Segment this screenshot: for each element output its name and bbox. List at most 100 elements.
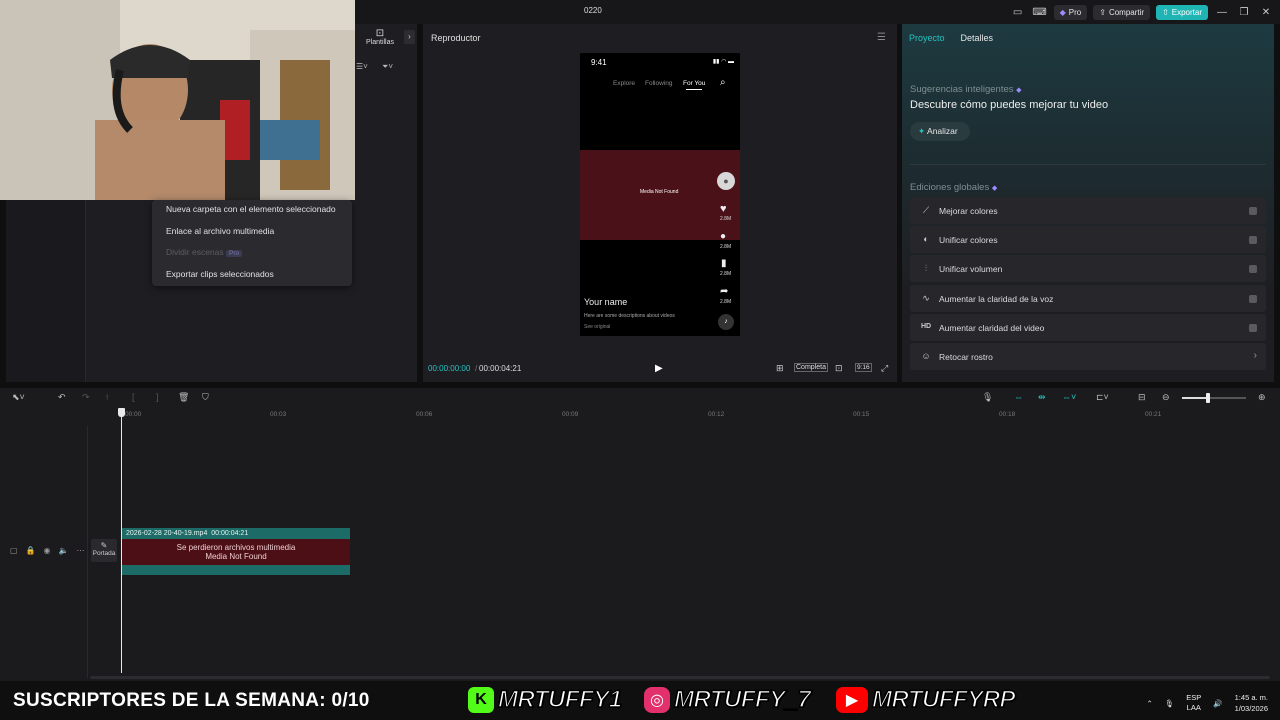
eye-icon[interactable]: ◉ [44, 546, 51, 555]
caption-icon[interactable]: ⊟ [1138, 392, 1146, 403]
project-title: 0220 [584, 6, 602, 15]
undo-icon[interactable]: ↶ [58, 392, 66, 403]
properties-tabs: Proyecto Detalles [909, 33, 993, 43]
diamond-icon: ◆ [991, 185, 998, 192]
redo-icon[interactable]: ↷ [82, 392, 90, 403]
aspect-button[interactable]: 9:16 [855, 363, 872, 372]
tab-project[interactable]: Proyecto [909, 33, 945, 43]
timeline-scrollbar[interactable] [90, 676, 1270, 679]
wand-icon: ⟋ [922, 205, 930, 215]
phone-description: Here are some descriptions about videos [584, 313, 675, 319]
youtube-handle: ▶ MRTUFFYRP [836, 685, 1016, 714]
track-thumbnail-icon[interactable]: ▢ [10, 546, 18, 555]
more-icon[interactable]: ⋯ [76, 546, 84, 555]
comment-count: 2.8M [720, 244, 732, 250]
sliders-icon: ⫶ [924, 263, 928, 273]
clip-body[interactable]: Se perdieron archivos multimedia Media N… [122, 539, 350, 565]
snap-icon[interactable]: ⇔˅ [1062, 392, 1076, 402]
instagram-handle: ◎ MRTUFFY_7 [644, 685, 812, 714]
clip-audio [122, 565, 350, 575]
edit-row-video-clarity[interactable]: HD Aumentar claridad del video [910, 314, 1266, 341]
ratio-icon[interactable]: ⊞ [776, 363, 784, 374]
toggle[interactable] [1249, 236, 1257, 244]
maximize-button[interactable]: ❐ [1236, 7, 1252, 18]
cover-button[interactable]: ✎ Portada [91, 539, 117, 562]
voice-icon: ∿ [922, 293, 930, 303]
split-icon[interactable]: ⟊ [106, 392, 108, 403]
playhead[interactable] [121, 409, 122, 673]
screenshot-icon[interactable]: ⊡ [835, 363, 843, 374]
layout-icon[interactable]: ▭ [1010, 7, 1026, 18]
toggle[interactable] [1249, 265, 1257, 273]
edit-row-enhance-colors[interactable]: ⟋ Mejorar colores [910, 197, 1266, 224]
phone-share-icon: ➦ [720, 286, 729, 297]
toggle[interactable] [1249, 207, 1257, 215]
phone-status-time: 9:41 [591, 58, 607, 67]
tab-details[interactable]: Detalles [961, 33, 994, 43]
panel-expand-button[interactable]: › [404, 30, 415, 44]
clip-header[interactable]: 2026-02-28 20-40-19.mp4 00:00:04:21 [122, 528, 350, 539]
clock[interactable]: 1:45 a. m. 1/03/2026 [1235, 692, 1268, 714]
diamond-icon: ◆ [1059, 7, 1066, 17]
player-menu-icon[interactable]: ☰ [877, 32, 886, 43]
edit-row-unify-colors[interactable]: ◐ Unificar colores [910, 226, 1266, 253]
phone-see-original: See original [584, 324, 611, 330]
zoom-slider[interactable] [1182, 393, 1246, 403]
magnet-icon[interactable]: ⇹ [1038, 392, 1046, 403]
shield-icon[interactable]: ⛉ [202, 392, 209, 403]
edit-row-unify-volume[interactable]: ⫶ Unificar volumen [910, 255, 1266, 282]
ruler-label: 00:18 [999, 411, 1016, 418]
zoom-out-icon[interactable]: ⊖ [1162, 392, 1170, 403]
zoom-in-icon[interactable]: ⊕ [1258, 392, 1266, 403]
current-time: 00:00:00:00 [428, 364, 471, 373]
filter-icon[interactable]: ⏷˅ [382, 62, 393, 72]
context-item-link-media[interactable]: Enlace al archivo multimedia [152, 224, 352, 246]
share-button[interactable]: ⇪ Compartir [1093, 4, 1151, 20]
playhead-handle[interactable] [118, 408, 125, 417]
volume-icon[interactable]: 🔊 [1213, 699, 1222, 708]
language-indicator[interactable]: ESP LAA [1186, 693, 1201, 713]
diamond-icon: ◆ [1016, 87, 1022, 94]
ratio-button[interactable]: Completa [794, 363, 828, 372]
toggle[interactable] [1249, 324, 1257, 332]
phone-nav-foryou: For You [683, 80, 706, 87]
close-button[interactable]: ✕ [1258, 7, 1274, 18]
context-item-split-scenes: Dividir escenas Pro [152, 245, 352, 267]
context-item-new-folder[interactable]: Nueva carpeta con el elemento selecciona… [152, 202, 352, 224]
kick-icon: K [468, 687, 494, 713]
trim-right-icon[interactable]: ] [156, 392, 159, 402]
edit-row-voice-clarity[interactable]: ∿ Aumentar la claridad de la voz [910, 285, 1266, 312]
fullscreen-icon[interactable]: ⤢ [881, 363, 888, 374]
keyboard-icon[interactable]: ⌨ [1032, 7, 1048, 18]
lock-icon[interactable]: 🔒 [26, 546, 36, 555]
phone-heart-icon: ♥ [720, 203, 727, 215]
play-button[interactable]: ▶ [655, 363, 663, 374]
phone-avatar-icon: ● [717, 172, 735, 190]
pro-button[interactable]: ◆ Pro [1053, 4, 1088, 20]
analyze-button[interactable]: ✦ Analizar [910, 122, 970, 141]
trim-left-icon[interactable]: [ [132, 392, 135, 402]
delete-icon[interactable]: 🗑 [178, 392, 189, 403]
mic-tray-icon[interactable]: 🎙 [1165, 699, 1175, 708]
templates-tab[interactable]: ⊡ Plantillas [360, 28, 400, 46]
weekly-subscribers-text: SUSCRIPTORES DE LA SEMANA: 0/10 [13, 690, 370, 711]
speaker-icon[interactable]: 🔈 [59, 546, 69, 555]
ruler-label: 00:21 [1145, 411, 1162, 418]
minimize-button[interactable]: — [1214, 7, 1230, 18]
context-item-export-clips[interactable]: Exportar clips seleccionados [152, 267, 352, 289]
preview-axis-icon[interactable]: ⊏˅ [1096, 392, 1109, 403]
select-tool-icon[interactable]: ⬉˅ [12, 392, 25, 403]
phone-music-icon: ♪ [718, 314, 734, 330]
phone-status-icons: ▮▮ ◠ ▬ [712, 59, 734, 65]
mic-icon[interactable]: 🎙 [982, 392, 993, 403]
toggle[interactable] [1249, 295, 1257, 303]
export-button[interactable]: ⇧ Exportar [1156, 4, 1208, 20]
instagram-icon: ◎ [644, 687, 670, 713]
phone-search-icon: ⌕ [720, 77, 726, 88]
link-icon[interactable]: ⇔ [1014, 392, 1023, 402]
zoom-slider-fill [1182, 397, 1208, 399]
sort-icon[interactable]: ☰˅ [356, 62, 368, 71]
edit-row-retouch-face[interactable]: ☺ Retocar rostro › [910, 343, 1266, 370]
chevron-up-icon[interactable]: ⌃ [1146, 699, 1152, 708]
zoom-slider-handle[interactable] [1206, 393, 1210, 403]
